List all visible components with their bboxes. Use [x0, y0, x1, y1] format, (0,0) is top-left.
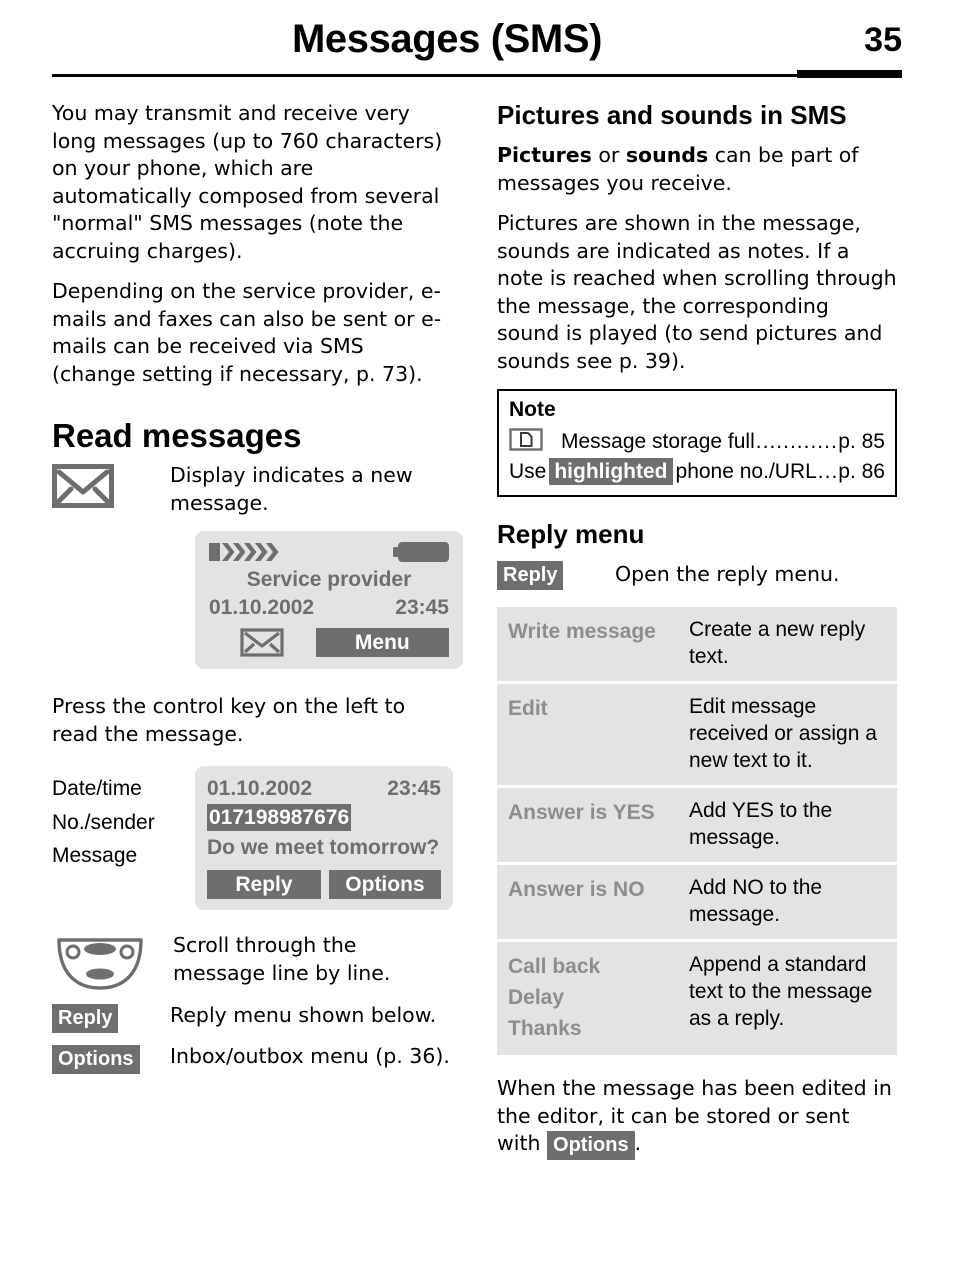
note-use-prefix: Use: [509, 460, 547, 483]
note-leader-2: ........................................…: [817, 460, 838, 483]
display-right-softkey-options[interactable]: Options: [328, 870, 441, 899]
battery-icon: [393, 542, 449, 562]
message-softkey-row: Reply Options: [207, 870, 441, 899]
right-column: Pictures and sounds in SMS Pictures or s…: [497, 100, 897, 1180]
options-key-description: Inbox/outbox menu (p. 36).: [170, 1044, 450, 1068]
display-left-softkey-reply[interactable]: Reply: [207, 870, 321, 899]
label-message: Message: [52, 844, 138, 867]
message-display-with-labels: Date/time No./sender Message 01.10.2002 …: [52, 766, 453, 910]
new-message-indicator-text: Display indicates a new message.: [170, 463, 413, 515]
display-date: 01.10.2002: [209, 596, 315, 619]
display-softkey-row: Menu: [209, 628, 449, 657]
menu-item-description: Add YES to the message.: [689, 788, 897, 862]
note-line-highlighted: Use highlighted phone no./URL ..........…: [509, 457, 885, 487]
menu-item-label: Thanks: [508, 1017, 582, 1040]
table-row[interactable]: Answer is NO Add NO to the message.: [497, 865, 897, 939]
heading-pictures-and-sounds: Pictures and sounds in SMS: [497, 100, 847, 130]
display-time: 23:45: [395, 596, 449, 619]
label-number-sender: No./sender: [52, 810, 155, 834]
menu-item-label: Write message: [497, 607, 689, 681]
note-title: Note: [509, 398, 556, 421]
options-key-row: Options Inbox/outbox menu (p. 36).: [52, 1043, 452, 1074]
phone-display-message-screen: 01.10.2002 23:45 017198987676 Do we meet…: [195, 766, 453, 910]
menu-item-label: Answer is NO: [497, 865, 689, 939]
section-heading-read-messages: Read messages: [52, 417, 302, 454]
options-key-cell: Options: [52, 1043, 170, 1074]
signal-strength-icon: [209, 543, 279, 561]
memory-full-icon: [509, 428, 543, 460]
intro-paragraph-2: Depending on the service provider, e-mai…: [52, 279, 442, 386]
phone-display-idle-screen: Service provider 01.10.2002 23:45 Menu: [195, 531, 463, 669]
display-date-time-row: 01.10.2002 23:45: [209, 594, 449, 622]
menu-item-label: Answer is YES: [497, 788, 689, 862]
menu-item-description: Edit message received or assign a new te…: [689, 684, 897, 785]
table-row[interactable]: Call back Delay Thanks Append a standard…: [497, 942, 897, 1055]
page-title: Messages (SMS): [291, 17, 603, 61]
control-key-instruction: Press the control key on the left to rea…: [52, 694, 406, 746]
menu-item-label: Call back: [508, 955, 601, 978]
new-message-indicator-row: Display indicates a new message.: [52, 462, 452, 517]
closing-paragraph: When the message has been edited in the …: [497, 1075, 897, 1160]
options-softkey-badge[interactable]: Options: [547, 1131, 635, 1160]
left-column: You may transmit and receive very long m…: [52, 100, 463, 1078]
display-provider-name: Service provider: [246, 568, 412, 591]
note-storage-page: p. 85: [838, 430, 885, 453]
pictures-sounds-paragraph: Pictures or sounds can be part of messag…: [497, 142, 897, 197]
message-date-time-row: 01.10.2002 23:45: [207, 775, 441, 803]
reply-softkey-badge[interactable]: Reply: [52, 1004, 119, 1033]
table-row[interactable]: Answer is YES Add YES to the message.: [497, 788, 897, 862]
menu-item-label-group: Call back Delay Thanks: [497, 942, 689, 1055]
display-left-softkey-envelope[interactable]: [209, 628, 316, 657]
control-key-icon-cell: [52, 932, 173, 996]
header-rule-thin: [52, 74, 797, 77]
closing-suffix: .: [634, 1131, 642, 1155]
display-status-bar: [209, 541, 449, 563]
reply-menu-key-cell: Reply: [497, 561, 615, 590]
note-line-storage-full: Message storage full ...................…: [509, 425, 885, 457]
message-date: 01.10.2002: [207, 777, 313, 800]
reply-menu-key-description: Open the reply menu.: [615, 562, 840, 586]
menu-item-label: Edit: [497, 684, 689, 785]
message-sender-number[interactable]: 017198987676: [207, 804, 352, 831]
envelope-icon: [52, 464, 114, 508]
bold-sounds: sounds: [625, 143, 709, 167]
control-key-icon: [57, 938, 143, 990]
note-phone-url-text: phone no./URL: [675, 460, 817, 483]
reply-key-description: Reply menu shown below.: [170, 1003, 437, 1027]
table-row[interactable]: Edit Edit message received or assign a n…: [497, 684, 897, 785]
display-field-labels: Date/time No./sender Message: [52, 766, 195, 873]
table-row[interactable]: Write message Create a new reply text.: [497, 607, 897, 681]
reply-menu-table: Write message Create a new reply text. E…: [497, 604, 897, 1058]
reply-key-row: Reply Reply menu shown below.: [52, 1002, 452, 1033]
menu-item-label: Delay: [508, 986, 565, 1009]
heading-reply-menu: Reply menu: [497, 519, 645, 549]
control-key-description: Scroll through the message line by line.: [173, 933, 391, 985]
envelope-icon-cell: [52, 462, 170, 508]
options-softkey-badge[interactable]: Options: [52, 1045, 140, 1074]
page-header: Messages (SMS) 35: [52, 14, 902, 78]
bold-pictures: Pictures: [497, 143, 592, 167]
pictures-sounds-detail-paragraph: Pictures are shown in the message, sound…: [497, 211, 897, 373]
message-time: 23:45: [387, 777, 441, 800]
menu-item-description: Add NO to the message.: [689, 865, 897, 939]
reply-menu-key-row: Reply Open the reply menu.: [497, 561, 897, 590]
page-number: 35: [864, 21, 902, 59]
menu-item-description: Create a new reply text.: [689, 607, 897, 681]
control-key-row: Scroll through the message line by line.: [52, 932, 452, 996]
display-right-softkey-menu[interactable]: Menu: [315, 628, 449, 657]
menu-item-description: Append a standard text to the message as…: [689, 942, 897, 1055]
label-date-time: Date/time: [52, 777, 142, 800]
highlighted-badge: highlighted: [549, 458, 673, 485]
intro-paragraph-1: You may transmit and receive very long m…: [52, 101, 443, 263]
note-highlighted-page: p. 86: [838, 460, 885, 483]
header-rule-thick: [797, 70, 902, 78]
reply-softkey-badge[interactable]: Reply: [497, 561, 564, 590]
note-leader-1: ........................................…: [755, 430, 838, 453]
envelope-icon: [240, 628, 284, 657]
text-or: or: [591, 143, 626, 167]
note-storage-text: Message storage full: [561, 430, 755, 453]
note-box: Note Message storage full ..............…: [497, 389, 897, 497]
message-body-text: Do we meet tomorrow?: [207, 836, 440, 859]
reply-key-cell: Reply: [52, 1002, 170, 1033]
